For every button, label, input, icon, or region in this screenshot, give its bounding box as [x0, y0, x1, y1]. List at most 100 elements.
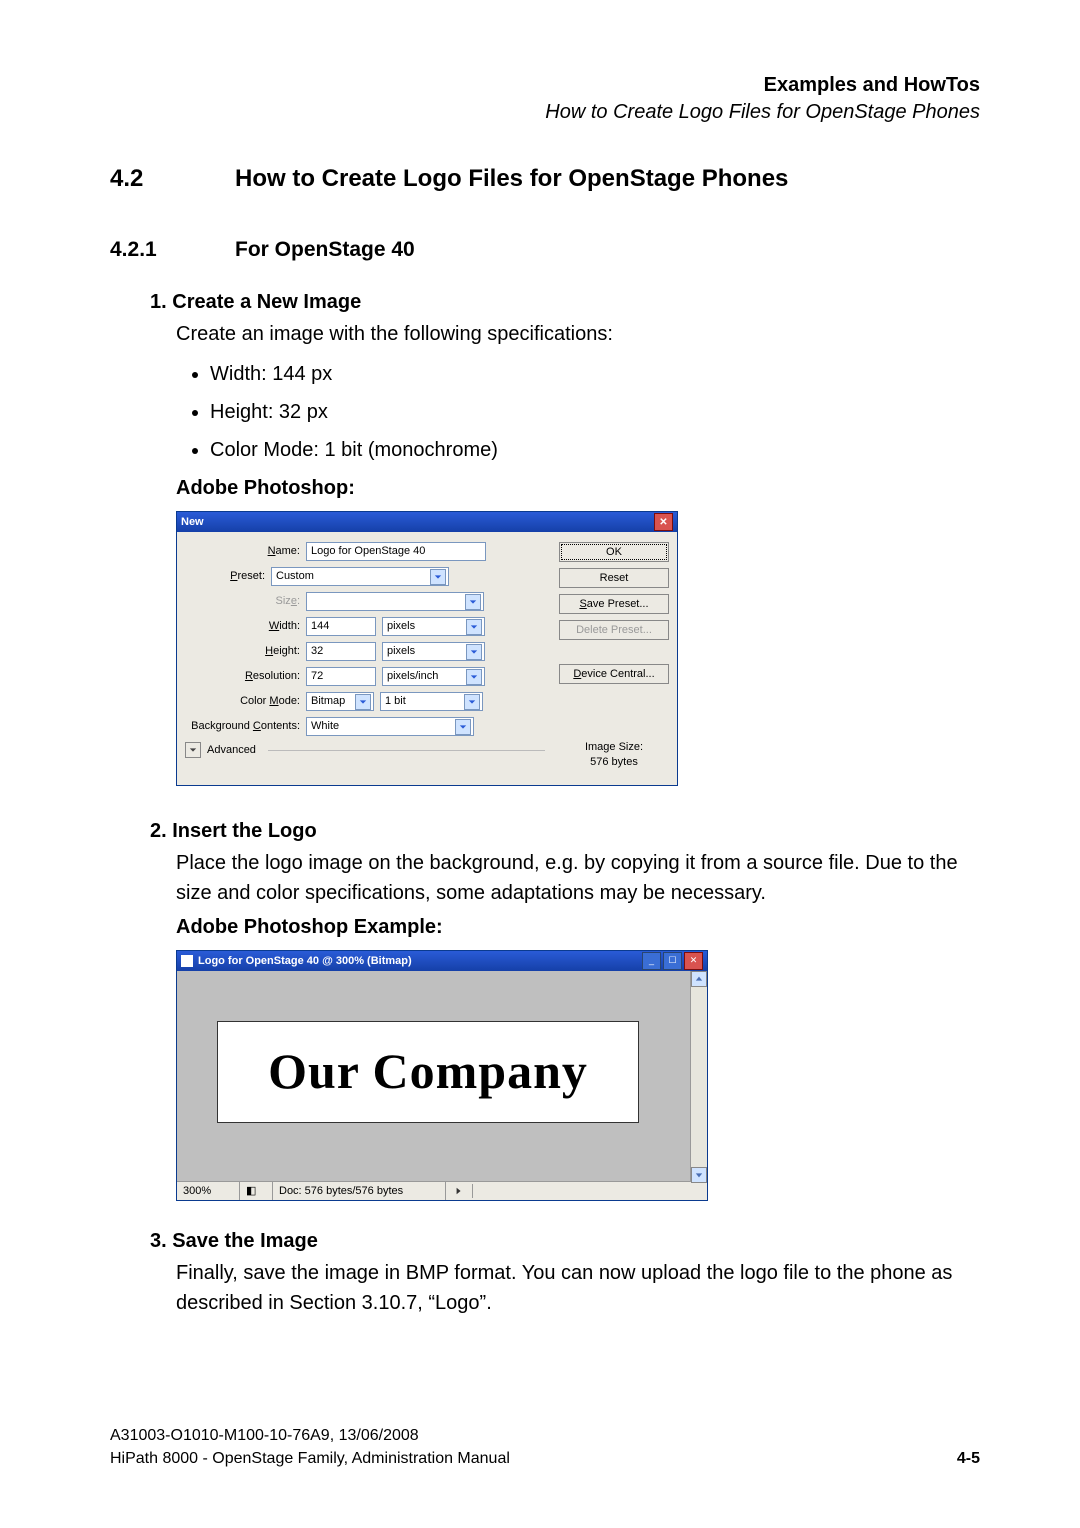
step-2-title: Insert the Logo: [172, 820, 316, 842]
step-3-heading: 3. Save the Image: [150, 1226, 980, 1256]
image-size-label: Image Size:: [559, 740, 669, 755]
reset-button[interactable]: Reset: [559, 568, 669, 588]
width-unit-select[interactable]: pixels: [382, 617, 485, 636]
delete-preset-button: Delete Preset...: [559, 620, 669, 640]
app-label-1: Adobe Photoshop:: [176, 473, 980, 503]
size-label: Size:: [185, 593, 300, 610]
section-heading: 4.2 How to Create Logo Files for OpenSta…: [110, 165, 980, 193]
height-unit-select[interactable]: pixels: [382, 642, 485, 661]
doc-cell: Doc: 576 bytes/576 bytes: [273, 1182, 446, 1200]
chevron-down-icon: [466, 669, 482, 685]
chevron-down-icon: [455, 719, 471, 735]
divider: [268, 750, 545, 751]
image-size-value: 576 bytes: [559, 755, 669, 770]
resolution-unit-select[interactable]: pixels/inch: [382, 667, 485, 686]
advanced-toggle[interactable]: Advanced: [185, 742, 545, 759]
name-label: Name:: [185, 543, 300, 560]
chevron-down-icon: [430, 569, 446, 585]
preset-label: Preset:: [185, 568, 265, 585]
running-header: Examples and HowTos How to Create Logo F…: [545, 72, 980, 126]
step-3-text: Finally, save the image in BMP format. Y…: [176, 1258, 980, 1318]
chevron-down-icon: [355, 694, 371, 710]
step-2-heading: 2. Insert the Logo: [150, 816, 980, 846]
step-1-number: 1.: [150, 291, 167, 313]
scroll-track[interactable]: [691, 987, 707, 1167]
minimize-icon: _: [649, 954, 654, 968]
chevron-down-icon: [466, 619, 482, 635]
logo-canvas: Our Company: [217, 1021, 639, 1123]
preset-select[interactable]: Custom: [271, 567, 449, 586]
app-label-2: Adobe Photoshop Example:: [176, 912, 980, 942]
minimize-button[interactable]: _: [642, 952, 661, 970]
spec-item: Height: 32 px: [210, 397, 980, 427]
width-label: Width:: [185, 618, 300, 635]
dialog-close-button[interactable]: ✕: [654, 513, 673, 531]
width-field[interactable]: 144: [306, 617, 376, 636]
scroll-down-icon[interactable]: [691, 1167, 707, 1183]
color-mode-select[interactable]: Bitmap: [306, 692, 374, 711]
step-3-number: 3.: [150, 1230, 167, 1252]
subsection-title: For OpenStage 40: [235, 238, 415, 262]
canvas-titlebar[interactable]: Logo for OpenStage 40 @ 300% (Bitmap) _ …: [177, 951, 707, 971]
spec-item: Color Mode: 1 bit (monochrome): [210, 435, 980, 465]
header-line-2: How to Create Logo Files for OpenStage P…: [545, 99, 980, 126]
status-icon[interactable]: ◧: [240, 1182, 273, 1200]
name-field[interactable]: Logo for OpenStage 40: [306, 542, 486, 561]
step-1-heading: 1. Create a New Image: [150, 287, 980, 317]
footer-line-2: HiPath 8000 - OpenStage Family, Administ…: [110, 1448, 980, 1470]
ok-button[interactable]: OK: [559, 542, 669, 562]
chevron-down-icon: [185, 742, 201, 758]
page-footer: A31003-O1010-M100-10-76A9, 13/06/2008 Hi…: [110, 1425, 980, 1470]
canvas-text: Our Company: [268, 1034, 588, 1109]
document-page: Examples and HowTos How to Create Logo F…: [0, 0, 1080, 1528]
section-number: 4.2: [110, 165, 165, 193]
resolution-field[interactable]: 72: [306, 667, 376, 686]
spec-item: Width: 144 px: [210, 359, 980, 389]
close-button[interactable]: ✕: [684, 952, 703, 970]
step-3-title: Save the Image: [172, 1230, 318, 1252]
scroll-up-icon[interactable]: [691, 971, 707, 987]
footer-line-1: A31003-O1010-M100-10-76A9, 13/06/2008: [110, 1425, 980, 1447]
canvas-title: Logo for OpenStage 40 @ 300% (Bitmap): [198, 953, 412, 970]
body-content: 1. Create a New Image Create an image wi…: [150, 287, 980, 1318]
section-title: How to Create Logo Files for OpenStage P…: [235, 165, 788, 193]
dialog-title: New: [181, 514, 204, 531]
chevron-down-icon: [466, 644, 482, 660]
status-bar: 300% ◧ Doc: 576 bytes/576 bytes: [177, 1181, 707, 1200]
save-preset-button[interactable]: Save Preset...: [559, 594, 669, 614]
status-menu-button[interactable]: [446, 1184, 473, 1198]
color-depth-select[interactable]: 1 bit: [380, 692, 483, 711]
subsection-number: 4.2.1: [110, 238, 165, 262]
size-select: [306, 592, 484, 611]
close-icon: ✕: [659, 515, 667, 530]
color-mode-label: Color Mode:: [185, 693, 300, 710]
image-size-info: Image Size: 576 bytes: [559, 740, 669, 771]
dialog-titlebar[interactable]: New ✕: [177, 512, 677, 532]
maximize-button[interactable]: ☐: [663, 952, 682, 970]
resolution-label: Resolution:: [185, 668, 300, 685]
step-2-text: Place the logo image on the background, …: [176, 848, 980, 908]
photoshop-new-dialog: New ✕ Name: Logo for OpenStage 40 Preset…: [176, 511, 678, 786]
canvas-area[interactable]: Our Company: [177, 971, 690, 1181]
chevron-down-icon: [464, 694, 480, 710]
advanced-label: Advanced: [207, 742, 256, 759]
close-icon: ✕: [690, 954, 698, 968]
photoshop-canvas-window: Logo for OpenStage 40 @ 300% (Bitmap) _ …: [176, 950, 708, 1201]
chevron-down-icon: [465, 594, 481, 610]
maximize-icon: ☐: [668, 954, 676, 968]
step-1-title: Create a New Image: [172, 291, 361, 313]
spec-list: Width: 144 px Height: 32 px Color Mode: …: [210, 359, 980, 465]
step-1-text: Create an image with the following speci…: [176, 319, 980, 349]
app-icon: [181, 955, 193, 967]
header-line-1: Examples and HowTos: [545, 72, 980, 99]
page-number: 4-5: [957, 1448, 980, 1470]
bg-contents-select[interactable]: White: [306, 717, 474, 736]
step-2-number: 2.: [150, 820, 167, 842]
height-label: Height:: [185, 643, 300, 660]
vertical-scrollbar[interactable]: [690, 971, 707, 1181]
bg-contents-label: Background Contents:: [185, 718, 300, 735]
zoom-cell[interactable]: 300%: [177, 1182, 240, 1200]
subsection-heading: 4.2.1 For OpenStage 40: [110, 238, 980, 262]
device-central-button[interactable]: Device Central...: [559, 664, 669, 684]
height-field[interactable]: 32: [306, 642, 376, 661]
